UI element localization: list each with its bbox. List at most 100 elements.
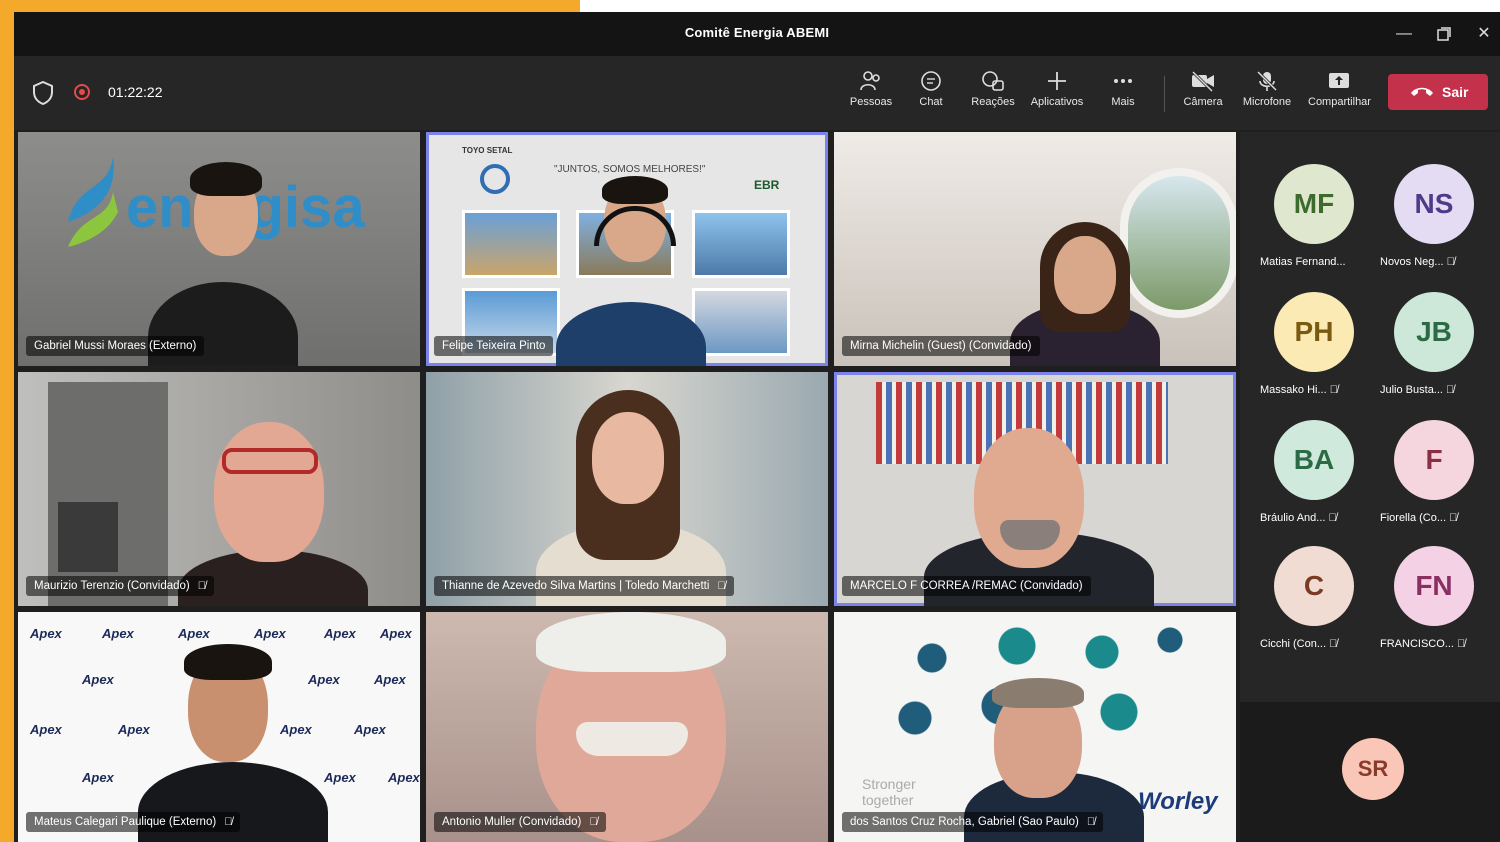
more-button[interactable]: Mais	[1092, 70, 1154, 122]
participant-avatar[interactable]: F	[1394, 420, 1474, 500]
participant-avatar[interactable]: NS	[1394, 164, 1474, 244]
apps-button[interactable]: Aplicativos	[1026, 70, 1088, 122]
mic-off-icon: 🎙̸	[224, 816, 233, 828]
participant-name-tag: Antonio Muller (Convidado) 🎙̸	[434, 812, 606, 832]
apex-logo: Apex	[102, 626, 134, 641]
chat-icon	[921, 71, 941, 91]
background-photo	[692, 288, 790, 356]
participant-name: Massako Hi...	[1260, 384, 1327, 396]
person-head	[1054, 236, 1116, 314]
participant-name-tag: Gabriel Mussi Moraes (Externo)	[26, 336, 205, 356]
participant-avatar[interactable]: BA	[1274, 420, 1354, 500]
video-tile[interactable]: energisa Gabriel Mussi Moraes (Externo)	[18, 132, 420, 366]
person-hair	[992, 678, 1084, 708]
participant-avatar[interactable]: JB	[1394, 292, 1474, 372]
background-photo	[462, 210, 560, 278]
leave-button[interactable]: Sair	[1388, 74, 1488, 110]
participant-avatar[interactable]: C	[1274, 546, 1354, 626]
video-tile[interactable]: Thianne de Azevedo Silva Martins | Toled…	[426, 372, 828, 606]
participant-gallery: MF Matias Fernand... NS Novos Neg... 🎙̸ PH Ma…	[1240, 132, 1500, 842]
chat-button[interactable]: Chat	[900, 70, 962, 122]
video-tile[interactable]: Mirna Michelin (Guest) (Convidado)	[834, 132, 1236, 366]
chat-label: Chat	[919, 96, 943, 108]
mic-off-icon: 🎙̸	[1326, 384, 1338, 396]
person-hair	[602, 176, 668, 204]
share-icon	[1329, 73, 1349, 88]
toyo-ring-icon	[480, 164, 510, 194]
person-head	[214, 422, 324, 562]
apex-logo: Apex	[308, 672, 340, 687]
reactions-button[interactable]: Reações	[962, 70, 1024, 122]
participant-name: Mirna Michelin (Guest) (Convidado)	[850, 340, 1032, 352]
toyo-setal-logo: TOYO SETAL	[462, 146, 513, 155]
participant-name-tag: Maurizio Terenzio (Convidado) 🎙̸	[26, 576, 214, 596]
mustache	[576, 722, 688, 756]
person-hair	[536, 612, 726, 672]
mic-off-icon: 🎙̸	[197, 580, 206, 592]
restore-icon[interactable]	[1430, 20, 1458, 48]
apex-logo: Apex	[30, 722, 62, 737]
video-tile[interactable]: Stronger together Worley dos Santos Cruz…	[834, 612, 1236, 842]
mic-off-icon	[1256, 70, 1278, 92]
slogan-text: "JUNTOS, SOMOS MELHORES!"	[554, 164, 706, 175]
share-label: Compartilhar	[1308, 96, 1371, 108]
mic-off-icon: 🎙̸	[1453, 638, 1466, 650]
participant-avatar[interactable]: PH	[1274, 292, 1354, 372]
energisa-logo-icon	[68, 157, 118, 247]
video-tile[interactable]: Apex Apex Apex Apex Apex Apex Apex Apex …	[18, 612, 420, 842]
ebr-logo: EBR	[754, 178, 780, 192]
apex-logo: Apex	[82, 672, 114, 687]
mic-off-icon: 🎙̸	[1443, 256, 1455, 268]
reactions-icon	[982, 71, 1004, 91]
share-button[interactable]: Compartilhar	[1308, 70, 1371, 122]
apex-logo: Apex	[374, 672, 406, 687]
participant-name-tag: Thianne de Azevedo Silva Martins | Toled…	[434, 576, 734, 596]
reactions-label: Reações	[971, 96, 1015, 108]
shield-icon[interactable]	[32, 81, 54, 105]
microphone-label: Microfone	[1242, 96, 1292, 108]
video-tile[interactable]: MARCELO F CORREA /REMAC (Convidado)	[834, 372, 1236, 606]
apex-logo: Apex	[254, 626, 286, 641]
apps-label: Aplicativos	[1030, 96, 1084, 108]
participant-avatar-name: FRANCISCO... 🎙̸	[1380, 638, 1490, 650]
video-tile[interactable]: Maurizio Terenzio (Convidado) 🎙̸	[18, 372, 420, 606]
participant-avatar-name: Julio Busta... 🎙̸	[1380, 384, 1490, 396]
apex-logo: Apex	[388, 770, 420, 785]
participant-avatar[interactable]: FN	[1394, 546, 1474, 626]
participant-name-tag: Mateus Calegari Paulique (Externo) 🎙̸	[26, 812, 241, 832]
meeting-toolbar: 01:22:22 Pessoas Chat Reações Aplicativo…	[14, 56, 1500, 130]
apex-logo: Apex	[380, 626, 412, 641]
person-hair	[190, 162, 262, 196]
participant-name: Julio Busta...	[1380, 384, 1443, 396]
mic-off-icon: 🎙̸	[589, 816, 598, 828]
worley-logo: Worley	[1138, 788, 1218, 815]
apex-logo: Apex	[324, 770, 356, 785]
camera-button[interactable]: Câmera	[1172, 70, 1234, 122]
participant-name: MARCELO F CORREA /REMAC (Convidado)	[850, 580, 1083, 592]
apex-logo: Apex	[178, 626, 210, 641]
participant-name: Cicchi (Con...	[1260, 638, 1327, 650]
participant-name: Matias Fernand...	[1260, 256, 1346, 268]
mic-off-icon: 🎙̸	[1326, 638, 1338, 650]
people-button[interactable]: Pessoas	[840, 70, 902, 122]
participant-avatar-name: Novos Neg... 🎙̸	[1380, 256, 1490, 268]
hang-up-icon	[1411, 87, 1433, 96]
close-icon[interactable]: ✕	[1470, 20, 1498, 48]
participant-name: Gabriel Mussi Moraes (Externo)	[34, 340, 197, 352]
mic-off-icon: 🎙̸	[717, 580, 726, 592]
meeting-timer: 01:22:22	[108, 84, 163, 100]
participant-name: Mateus Calegari Paulique (Externo)	[34, 816, 217, 828]
mic-off-icon: 🎙̸	[1446, 512, 1458, 524]
apex-logo: Apex	[354, 722, 386, 737]
participant-avatar[interactable]: MF	[1274, 164, 1354, 244]
background-photo	[692, 210, 790, 278]
window-title: Comitê Energia ABEMI	[684, 25, 830, 40]
participant-name-tag: Felipe Teixeira Pinto	[434, 336, 554, 356]
minimize-icon[interactable]: —	[1390, 20, 1418, 48]
microphone-button[interactable]: Microfone	[1236, 70, 1298, 122]
video-tile[interactable]: Antonio Muller (Convidado) 🎙̸	[426, 612, 828, 842]
video-tile[interactable]: TOYO SETAL "JUNTOS, SOMOS MELHORES!" EBR…	[426, 132, 828, 366]
overflow-avatar[interactable]: SR	[1342, 738, 1404, 800]
participant-name-tag: dos Santos Cruz Rocha, Gabriel (Sao Paul…	[842, 812, 1104, 832]
toolbar-divider	[1164, 76, 1165, 112]
